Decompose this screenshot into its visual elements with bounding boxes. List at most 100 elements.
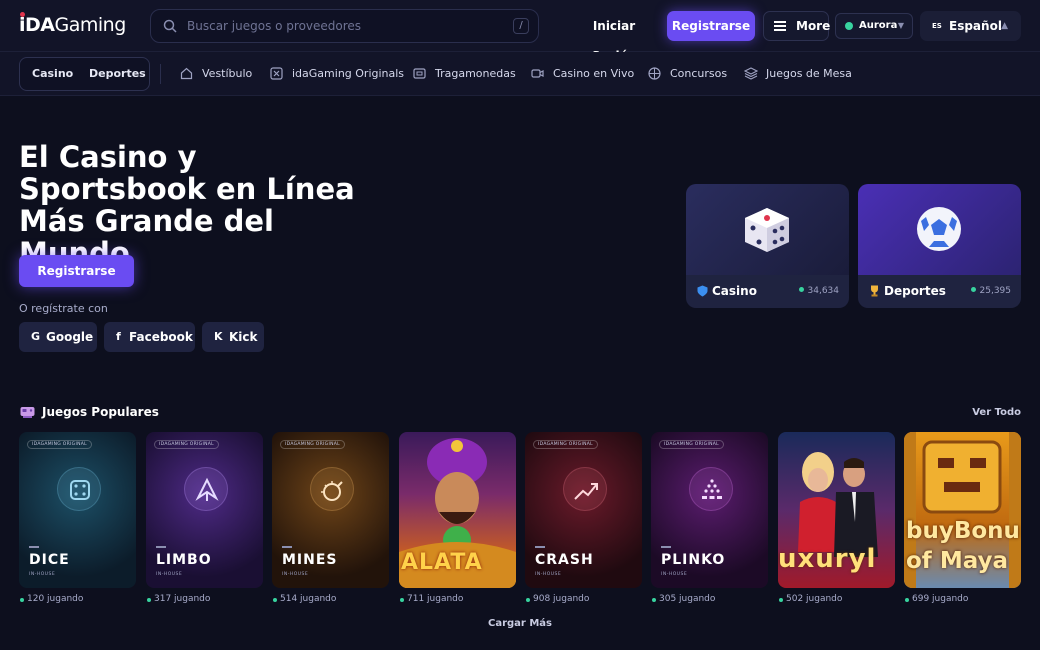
sports-card-art bbox=[858, 184, 1021, 275]
game-tile-crash[interactable]: IDAGAMING ORIGINAL CRASH IN-HOUSE bbox=[525, 432, 642, 588]
facebook-icon: f bbox=[116, 330, 121, 343]
nav-item-label: Juegos de Mesa bbox=[766, 67, 852, 80]
search-box[interactable]: / bbox=[150, 9, 539, 43]
nav-item-concursos[interactable]: Concursos bbox=[648, 52, 727, 96]
player-count-text: 305 jugando bbox=[659, 594, 716, 604]
game-title: ALATA bbox=[401, 550, 483, 575]
caret-up-icon: ▲ bbox=[1001, 21, 1008, 31]
language-flag-icon: ES bbox=[932, 22, 942, 30]
top-bar: iDAGaming / Iniciar Sesión Registrarse M… bbox=[0, 0, 1040, 63]
online-dot-icon bbox=[652, 598, 656, 602]
popular-games-title: Juegos Populares bbox=[42, 405, 159, 419]
online-dot-icon bbox=[970, 287, 976, 292]
trophy-icon bbox=[869, 285, 880, 300]
kick-label: Kick bbox=[229, 330, 258, 344]
tile-accent-line bbox=[156, 546, 166, 548]
inhouse-label: IN-HOUSE bbox=[156, 572, 183, 577]
home-icon bbox=[180, 67, 193, 80]
game-title: buyBonu of Maya bbox=[906, 518, 1020, 574]
tab-casino[interactable]: Casino bbox=[32, 58, 73, 90]
sports-card-footer: Deportes 25,395 bbox=[858, 275, 1021, 308]
player-count-text: 502 jugando bbox=[786, 594, 843, 604]
casino-card-count: 34,634 bbox=[798, 275, 840, 308]
contests-icon bbox=[648, 67, 661, 80]
kick-login-button[interactable]: K Kick bbox=[202, 322, 264, 352]
player-count-text: 120 jugando bbox=[27, 594, 84, 604]
player-count: 502 jugando bbox=[779, 594, 842, 604]
slots-icon bbox=[413, 68, 426, 79]
inhouse-label: IN-HOUSE bbox=[29, 572, 56, 577]
nav-item-originals[interactable]: idaGaming Originals bbox=[270, 52, 404, 96]
player-count: 120 jugando bbox=[20, 594, 83, 604]
server-selector[interactable]: Aurora ▼ bbox=[835, 13, 913, 39]
nav-item-label: Casino en Vivo bbox=[553, 67, 635, 80]
table-games-icon bbox=[744, 67, 758, 80]
trend-up-icon bbox=[563, 467, 607, 511]
nav-item-vestibulo[interactable]: Vestíbulo bbox=[180, 52, 252, 96]
hero-register-button[interactable]: Registrarse bbox=[19, 255, 134, 287]
online-dot-icon bbox=[905, 598, 909, 602]
google-login-button[interactable]: G Google bbox=[19, 322, 97, 352]
game-title: MINES bbox=[282, 552, 338, 568]
nav-divider bbox=[160, 64, 161, 84]
game-tile-mines[interactable]: IDAGAMING ORIGINAL MINES IN-HOUSE bbox=[272, 432, 389, 588]
login-button[interactable]: Iniciar Sesión bbox=[569, 11, 659, 63]
player-count-text: 317 jugando bbox=[154, 594, 211, 604]
casino-category-card[interactable]: Casino 34,634 bbox=[686, 184, 849, 308]
casino-card-label: Casino bbox=[712, 284, 757, 298]
social-login-caption: O regístrate con bbox=[19, 302, 108, 315]
player-count-text: 699 jugando bbox=[912, 594, 969, 604]
nav-item-label: idaGaming Originals bbox=[292, 67, 405, 80]
player-count-text: 908 jugando bbox=[533, 594, 590, 604]
view-all-link[interactable]: Ver Todo bbox=[972, 407, 1021, 418]
online-dot-icon bbox=[20, 598, 24, 602]
caret-down-icon: ▼ bbox=[897, 21, 904, 30]
game-tile-alata[interactable]: ALATA bbox=[399, 432, 516, 588]
game-tile-limbo[interactable]: IDAGAMING ORIGINAL LIMBO IN-HOUSE bbox=[146, 432, 263, 588]
plinko-pyramid-icon bbox=[689, 467, 733, 511]
casino-card-art bbox=[686, 184, 849, 275]
google-label: Google bbox=[46, 330, 94, 344]
sports-count-value: 25,395 bbox=[979, 286, 1012, 296]
language-selector[interactable]: ES Español ▲ bbox=[920, 11, 1021, 41]
tile-accent-line bbox=[282, 546, 292, 548]
online-dot-icon bbox=[798, 287, 804, 292]
online-dot-icon bbox=[779, 598, 783, 602]
hamburger-icon bbox=[774, 21, 786, 31]
language-label: Español bbox=[949, 19, 1002, 33]
tab-deportes[interactable]: Deportes bbox=[89, 58, 146, 90]
nav-item-juegos-de-mesa[interactable]: Juegos de Mesa bbox=[744, 52, 852, 96]
more-label: More bbox=[796, 19, 831, 33]
game-tile-luxury[interactable]: uxuryl bbox=[778, 432, 895, 588]
facebook-login-button[interactable]: f Facebook bbox=[104, 322, 195, 352]
player-count-text: 514 jugando bbox=[280, 594, 337, 604]
nav-item-tragamonedas[interactable]: Tragamonedas bbox=[413, 52, 516, 96]
game-tile-plinko[interactable]: IDAGAMING ORIGINAL PLINKO IN-HOUSE bbox=[651, 432, 768, 588]
online-dot-icon bbox=[273, 598, 277, 602]
status-dot-icon bbox=[845, 22, 853, 30]
sports-category-card[interactable]: Deportes 25,395 bbox=[858, 184, 1021, 308]
casino-card-footer: Casino 34,634 bbox=[686, 275, 849, 308]
kick-icon: K bbox=[214, 330, 223, 343]
load-more-button[interactable]: Cargar Más bbox=[470, 618, 570, 629]
google-icon: G bbox=[31, 330, 41, 343]
site-logo[interactable]: iDAGaming bbox=[19, 12, 126, 36]
tile-accent-line bbox=[29, 546, 39, 548]
game-tile-maya[interactable]: buyBonu of Maya bbox=[904, 432, 1021, 588]
search-input[interactable] bbox=[187, 10, 507, 42]
game-title: CRASH bbox=[535, 552, 594, 568]
live-camera-icon bbox=[531, 69, 544, 78]
game-tile-dice[interactable]: IDAGAMING ORIGINAL DICE IN-HOUSE bbox=[19, 432, 136, 588]
player-count: 711 jugando bbox=[400, 594, 463, 604]
original-badge: IDAGAMING ORIGINAL bbox=[533, 440, 598, 449]
nav-item-casino-en-vivo[interactable]: Casino en Vivo bbox=[531, 52, 634, 96]
hero-title: El Casino y Sportsbook en Línea Más Gran… bbox=[19, 140, 355, 270]
more-menu-button[interactable]: More bbox=[763, 11, 831, 41]
player-count: 908 jugando bbox=[526, 594, 589, 604]
nav-item-label: Vestíbulo bbox=[202, 67, 253, 80]
search-shortcut-hint: / bbox=[513, 18, 529, 34]
tile-accent-line bbox=[661, 546, 671, 548]
register-button[interactable]: Registrarse bbox=[667, 11, 755, 41]
category-nav: Casino Deportes Vestíbulo idaGaming Orig… bbox=[0, 52, 1040, 96]
casino-count-value: 34,634 bbox=[807, 286, 840, 296]
